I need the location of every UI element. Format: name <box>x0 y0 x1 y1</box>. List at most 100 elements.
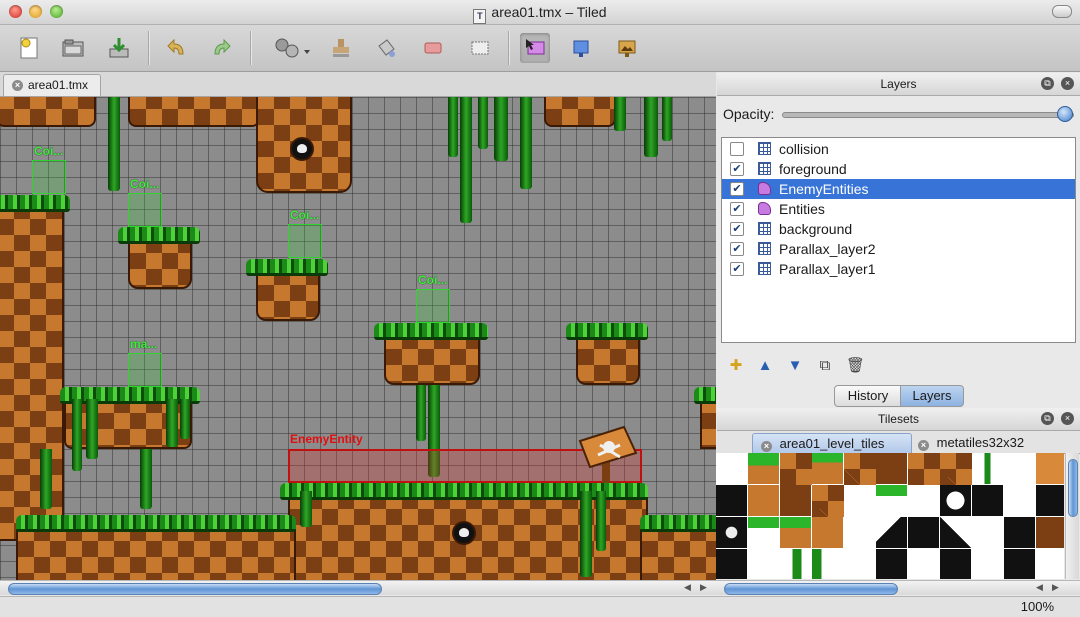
tile[interactable] <box>748 485 780 517</box>
delete-layer-button[interactable]: 🗑 <box>846 357 865 375</box>
insert-rectangle-button[interactable] <box>566 33 596 63</box>
undo-button[interactable] <box>162 33 192 63</box>
tile[interactable] <box>780 453 812 485</box>
scroll-right-icon[interactable]: ▶ <box>1052 582 1059 593</box>
tile[interactable] <box>1036 517 1064 549</box>
tileset-tab-area01-level-tiles[interactable]: × area01_level_tiles <box>752 433 912 454</box>
tile[interactable] <box>1004 549 1036 579</box>
tile[interactable] <box>1004 517 1036 549</box>
tile[interactable] <box>908 549 940 579</box>
new-map-button[interactable] <box>14 33 44 63</box>
tile[interactable] <box>780 485 812 517</box>
tile[interactable] <box>748 453 780 485</box>
opacity-slider[interactable] <box>782 106 1074 122</box>
coin-object[interactable] <box>288 224 322 258</box>
document-tab[interactable]: × area01.tmx <box>3 74 101 96</box>
map-horizontal-scrollbar[interactable]: ◀ ▶ <box>0 580 716 595</box>
tile[interactable] <box>940 453 972 485</box>
raise-layer-button[interactable]: ▲ <box>756 357 774 375</box>
tile[interactable] <box>1036 453 1064 485</box>
tile[interactable] <box>876 517 908 549</box>
layer-row[interactable]: ✔ Parallax_layer2 <box>722 239 1075 259</box>
select-objects-button[interactable] <box>520 33 550 63</box>
redo-button[interactable] <box>206 33 236 63</box>
tile[interactable] <box>844 453 876 485</box>
open-button[interactable] <box>58 33 88 63</box>
tile[interactable] <box>972 453 1004 485</box>
toolbar-toggle-button[interactable] <box>1052 5 1072 18</box>
layer-visibility-checkbox[interactable]: ✔ <box>730 162 744 176</box>
tile[interactable] <box>1036 485 1064 517</box>
float-panel-icon[interactable]: ⧉ <box>1041 77 1054 90</box>
tab-history[interactable]: History <box>834 385 902 407</box>
tile[interactable] <box>812 517 844 549</box>
tile[interactable] <box>748 517 780 549</box>
float-panel-icon[interactable]: ⧉ <box>1041 412 1054 425</box>
tile[interactable] <box>940 517 972 549</box>
tile[interactable] <box>1036 549 1064 579</box>
eraser-button[interactable] <box>418 33 448 63</box>
tile[interactable] <box>812 453 844 485</box>
opacity-slider-handle[interactable] <box>1057 106 1073 122</box>
tileset-view[interactable] <box>716 453 1064 579</box>
layer-visibility-checkbox[interactable]: ✔ <box>730 242 744 256</box>
tile[interactable] <box>876 485 908 517</box>
tile[interactable] <box>972 517 1004 549</box>
layer-visibility-checkbox[interactable]: ✔ <box>730 202 744 216</box>
tile[interactable] <box>876 453 908 485</box>
tile[interactable] <box>716 485 748 517</box>
tile[interactable] <box>812 485 844 517</box>
stamp-brush-button[interactable] <box>326 33 356 63</box>
rectangle-select-button[interactable] <box>465 33 495 63</box>
tile[interactable] <box>780 517 812 549</box>
lower-layer-button[interactable]: ▼ <box>786 357 804 375</box>
tile[interactable] <box>844 485 876 517</box>
close-tab-icon[interactable]: × <box>918 440 929 451</box>
layer-row[interactable]: collision <box>722 139 1075 159</box>
tile[interactable] <box>748 549 780 579</box>
scroll-left-icon[interactable]: ◀ <box>1036 582 1043 593</box>
insert-image-button[interactable] <box>612 33 642 63</box>
close-panel-icon[interactable]: × <box>1061 77 1074 90</box>
tileset-tab-metatiles[interactable]: × metatiles32x32 <box>910 433 1054 452</box>
layer-visibility-checkbox[interactable]: ✔ <box>730 262 744 276</box>
tile[interactable] <box>908 485 940 517</box>
tile[interactable] <box>876 549 908 579</box>
tile[interactable] <box>940 549 972 579</box>
layer-row[interactable]: ✔ Parallax_layer1 <box>722 259 1075 279</box>
scroll-left-icon[interactable]: ◀ <box>684 582 691 593</box>
tile[interactable] <box>844 549 876 579</box>
layer-row[interactable]: ✔ background <box>722 219 1075 239</box>
tileset-vertical-scrollbar[interactable] <box>1065 453 1079 579</box>
scrollbar-thumb[interactable] <box>1068 459 1078 517</box>
tile[interactable] <box>716 517 748 549</box>
coin-object[interactable] <box>128 353 162 387</box>
tile[interactable] <box>844 517 876 549</box>
tile[interactable] <box>908 453 940 485</box>
map-canvas[interactable]: Coi... Coi... Coi... Coi... ma... EnemyE… <box>0 97 716 580</box>
layer-visibility-checkbox[interactable]: ✔ <box>730 182 744 196</box>
layer-visibility-checkbox[interactable] <box>730 142 744 156</box>
tile[interactable] <box>940 485 972 517</box>
tile[interactable] <box>972 549 1004 579</box>
tile[interactable] <box>780 549 812 579</box>
close-tab-icon[interactable]: × <box>761 441 772 452</box>
tile[interactable] <box>1004 453 1036 485</box>
layer-visibility-checkbox[interactable]: ✔ <box>730 222 744 236</box>
new-layer-button[interactable]: ✚ <box>727 357 745 375</box>
layer-row[interactable]: ✔ Entities <box>722 199 1075 219</box>
scrollbar-thumb[interactable] <box>8 583 382 595</box>
tile[interactable] <box>716 549 748 579</box>
zoom-level[interactable]: 100% <box>1021 599 1054 614</box>
tile[interactable] <box>812 549 844 579</box>
layer-row-selected[interactable]: ✔ EnemyEntities <box>722 179 1075 199</box>
tab-layers[interactable]: Layers <box>900 385 964 407</box>
coin-object[interactable] <box>128 193 162 227</box>
scrollbar-thumb[interactable] <box>724 583 898 595</box>
close-panel-icon[interactable]: × <box>1061 412 1074 425</box>
duplicate-layer-button[interactable]: ⧉ <box>816 357 834 375</box>
close-tab-icon[interactable]: × <box>12 80 23 91</box>
tile[interactable] <box>972 485 1004 517</box>
tile[interactable] <box>908 517 940 549</box>
tile[interactable] <box>716 453 748 485</box>
